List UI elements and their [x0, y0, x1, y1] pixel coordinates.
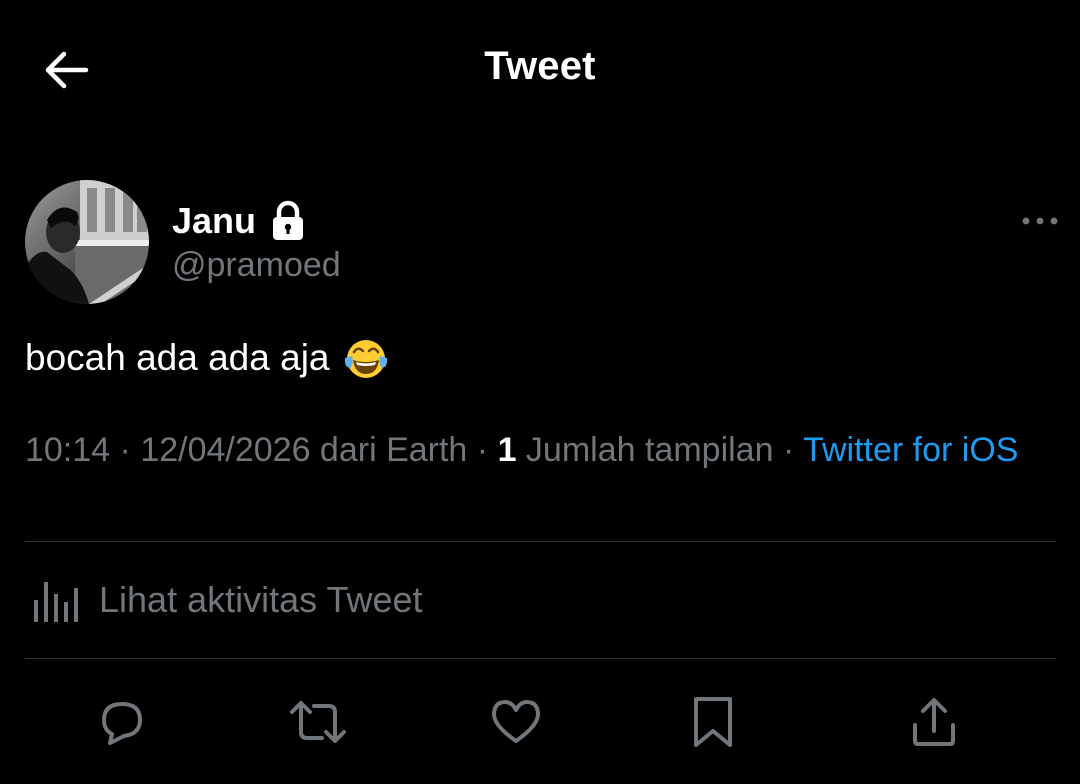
divider	[25, 541, 1056, 542]
top-bar: Tweet	[0, 0, 1080, 140]
bookmark-icon	[694, 697, 732, 747]
meta-separator: ·	[110, 431, 141, 469]
tears-of-joy-emoji-icon	[344, 340, 387, 378]
share-button[interactable]	[902, 690, 966, 754]
meta-separator: ·	[467, 431, 498, 469]
more-options-button[interactable]	[1018, 204, 1062, 238]
tweet-date-location: 12/04/2026 dari Earth	[140, 431, 468, 469]
lock-icon	[273, 200, 304, 240]
author-name-row: Janu	[172, 198, 306, 244]
heart-icon	[491, 700, 541, 743]
author-name[interactable]: Janu	[172, 200, 256, 242]
more-dots-icon	[1022, 217, 1058, 225]
view-activity-label: Lihat aktivitas Tweet	[99, 579, 423, 620]
bookmark-button[interactable]	[681, 690, 745, 754]
divider	[25, 658, 1056, 659]
retweet-button[interactable]	[286, 690, 350, 754]
reply-button[interactable]	[90, 690, 154, 754]
view-activity-button[interactable]: Lihat aktivitas Tweet	[25, 560, 423, 640]
tweet-meta: 10:14 · 12/04/2026 dari Earth · 1 Jumlah…	[25, 428, 1045, 472]
reply-icon	[102, 702, 142, 745]
avatar-photo	[25, 180, 149, 304]
tweet-time: 10:14	[25, 431, 111, 469]
bar-chart-icon	[34, 582, 78, 622]
tweet-body: bocah ada ada aja	[25, 334, 390, 382]
views-count: 1	[497, 431, 517, 469]
avatar[interactable]	[25, 180, 149, 304]
views-label: Jumlah tampilan	[516, 431, 774, 469]
tweet-action-bar	[0, 680, 1080, 770]
tweet-source-link[interactable]: Twitter for iOS	[803, 431, 1018, 469]
author-handle[interactable]: @pramoed	[172, 246, 341, 285]
meta-separator: ·	[773, 431, 804, 469]
retweet-icon	[290, 701, 346, 743]
page-title: Tweet	[484, 44, 596, 88]
share-icon	[913, 698, 955, 746]
like-button[interactable]	[484, 690, 548, 754]
tweet-text: bocah ada ada aja	[25, 337, 330, 378]
